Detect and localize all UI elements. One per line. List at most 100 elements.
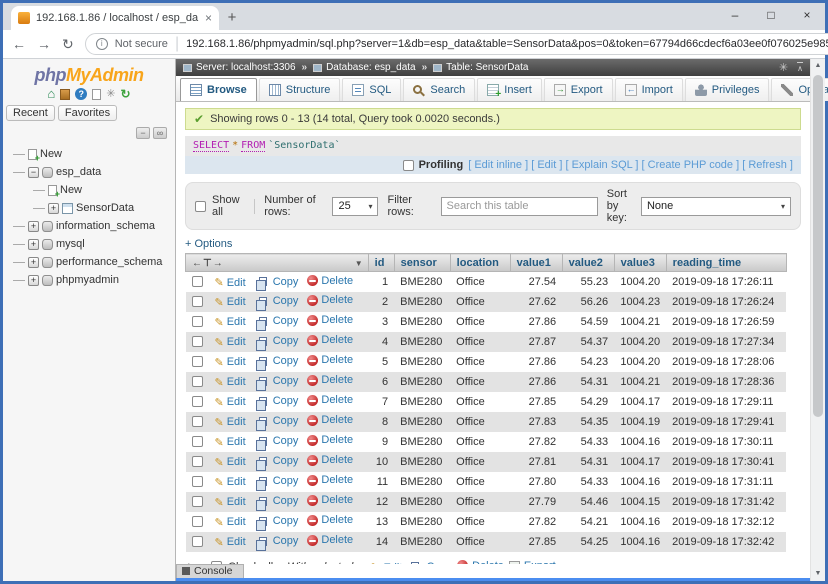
row-edit-link[interactable]: ✎Edit (215, 296, 246, 309)
row-delete-link[interactable]: Delete (307, 294, 353, 306)
tab-sql[interactable]: SQL (342, 78, 401, 101)
settings-gear-icon[interactable]: ✳ (106, 89, 115, 100)
row-edit-link[interactable]: ✎Edit (215, 436, 246, 449)
collapse-icon[interactable]: − (28, 167, 39, 178)
row-edit-link[interactable]: ✎Edit (215, 456, 246, 469)
row-copy-link[interactable]: Copy (255, 535, 299, 547)
page-scrollbar[interactable]: ▲ ▼ (810, 59, 825, 581)
row-edit-link[interactable]: ✎Edit (215, 496, 246, 509)
column-header-value3[interactable]: value3 (614, 254, 666, 272)
link-with-main-icon[interactable]: ∞ (153, 127, 167, 139)
sidebar-item-phpmyadmin[interactable]: +phpmyadmin (7, 271, 175, 289)
row-copy-link[interactable]: Copy (255, 295, 299, 307)
reload-navigation-icon[interactable]: ↻ (121, 88, 131, 100)
tab-export[interactable]: Export (544, 78, 613, 101)
row-delete-link[interactable]: Delete (307, 334, 353, 346)
row-copy-link[interactable]: Copy (255, 335, 299, 347)
expand-icon[interactable]: + (48, 203, 59, 214)
column-header-sensor[interactable]: sensor (394, 254, 450, 272)
create-php-code-link[interactable]: Create PHP code (648, 159, 733, 171)
new-tab-button[interactable]: + (219, 6, 245, 30)
row-delete-link[interactable]: Delete (307, 434, 353, 446)
row-copy-link[interactable]: Copy (255, 495, 299, 507)
row-checkbox[interactable] (192, 376, 203, 387)
row-checkbox[interactable] (192, 356, 203, 367)
row-delete-link[interactable]: Delete (307, 314, 353, 326)
row-delete-link[interactable]: Delete (307, 414, 353, 426)
help-icon[interactable]: ? (75, 88, 87, 100)
row-checkbox[interactable] (192, 276, 203, 287)
sidebar-item-performance-schema[interactable]: +performance_schema (7, 253, 175, 271)
row-checkbox[interactable] (192, 336, 203, 347)
edit-link[interactable]: Edit (537, 159, 556, 171)
row-edit-link[interactable]: ✎Edit (215, 336, 246, 349)
row-checkbox[interactable] (192, 316, 203, 327)
sidebar-item-new[interactable]: New (7, 181, 175, 199)
number-of-rows-select[interactable]: 25 ▾ (332, 197, 378, 216)
row-copy-link[interactable]: Copy (255, 435, 299, 447)
row-edit-link[interactable]: ✎Edit (215, 316, 246, 329)
close-button[interactable]: × (789, 4, 825, 27)
row-copy-link[interactable]: Copy (255, 276, 299, 288)
profiling-checkbox[interactable] (403, 160, 414, 171)
minimize-button[interactable]: – (717, 4, 753, 27)
info-icon[interactable] (96, 38, 108, 50)
tab-close-icon[interactable]: × (205, 11, 212, 25)
address-bar[interactable]: Not secure | 192.168.1.86/phpmyadmin/sql… (85, 33, 828, 55)
row-edit-link[interactable]: ✎Edit (215, 416, 246, 429)
tab-structure[interactable]: Structure (259, 78, 341, 101)
row-copy-link[interactable]: Copy (255, 475, 299, 487)
row-edit-link[interactable]: ✎Edit (215, 476, 246, 489)
row-checkbox[interactable] (192, 496, 203, 507)
options-link[interactable]: + Options (185, 238, 232, 250)
row-copy-link[interactable]: Copy (255, 355, 299, 367)
row-delete-link[interactable]: Delete (307, 354, 353, 366)
console-toggle[interactable]: Console (176, 564, 244, 578)
home-icon[interactable]: ⌂ (47, 88, 55, 100)
row-checkbox[interactable] (192, 456, 203, 467)
row-checkbox[interactable] (192, 516, 203, 527)
row-delete-link[interactable]: Delete (307, 474, 353, 486)
sort-by-key-select[interactable]: None ▾ (641, 197, 791, 216)
expand-icon[interactable]: + (28, 221, 39, 232)
favorites-tab[interactable]: Favorites (58, 105, 117, 121)
scrollbar-thumb[interactable] (813, 75, 823, 417)
tab-search[interactable]: Search (403, 78, 475, 101)
row-delete-link[interactable]: Delete (307, 494, 353, 506)
sidebar-item-sensordata[interactable]: +SensorData (7, 199, 175, 217)
row-checkbox[interactable] (192, 476, 203, 487)
row-edit-link[interactable]: ✎Edit (215, 356, 246, 369)
row-nav-icon[interactable]: ←⊤→ (192, 258, 224, 269)
refresh-link[interactable]: Refresh (748, 159, 787, 171)
tab-import[interactable]: Import (615, 78, 683, 101)
browser-tab[interactable]: 192.168.1.86 / localhost / esp_da × (11, 6, 219, 30)
expand-icon[interactable]: + (28, 275, 39, 286)
row-checkbox[interactable] (192, 536, 203, 547)
row-checkbox[interactable] (192, 436, 203, 447)
sidebar-item-information-schema[interactable]: +information_schema (7, 217, 175, 235)
explain-sql-link[interactable]: Explain SQL (572, 159, 633, 171)
row-edit-link[interactable]: ✎Edit (215, 276, 246, 289)
phpmyadmin-logo[interactable]: phpMyAdmin (3, 59, 175, 87)
forward-button[interactable]: → (37, 36, 51, 52)
tab-privileges[interactable]: Privileges (685, 78, 770, 101)
row-copy-link[interactable]: Copy (255, 415, 299, 427)
row-checkbox[interactable] (192, 296, 203, 307)
row-edit-link[interactable]: ✎Edit (215, 396, 246, 409)
sidebar-item-mysql[interactable]: +mysql (7, 235, 175, 253)
row-copy-link[interactable]: Copy (255, 395, 299, 407)
expand-icon[interactable]: + (28, 239, 39, 250)
back-button[interactable]: ← (12, 36, 26, 52)
tab-browse[interactable]: Browse (180, 78, 257, 101)
row-delete-link[interactable]: Delete (307, 534, 353, 546)
column-header-location[interactable]: location (450, 254, 510, 272)
breadcrumb-database[interactable]: Database: esp_data (326, 62, 416, 73)
row-copy-link[interactable]: Copy (255, 455, 299, 467)
reload-button[interactable]: ↻ (62, 36, 74, 53)
expand-icon[interactable]: + (28, 257, 39, 268)
page-settings-gear-icon[interactable]: ✳ (779, 61, 788, 74)
collapse-panel-icon[interactable]: ∧ (797, 62, 803, 73)
row-copy-link[interactable]: Copy (255, 515, 299, 527)
sidebar-item-esp-data[interactable]: −esp_data (7, 163, 175, 181)
row-edit-link[interactable]: ✎Edit (215, 376, 246, 389)
